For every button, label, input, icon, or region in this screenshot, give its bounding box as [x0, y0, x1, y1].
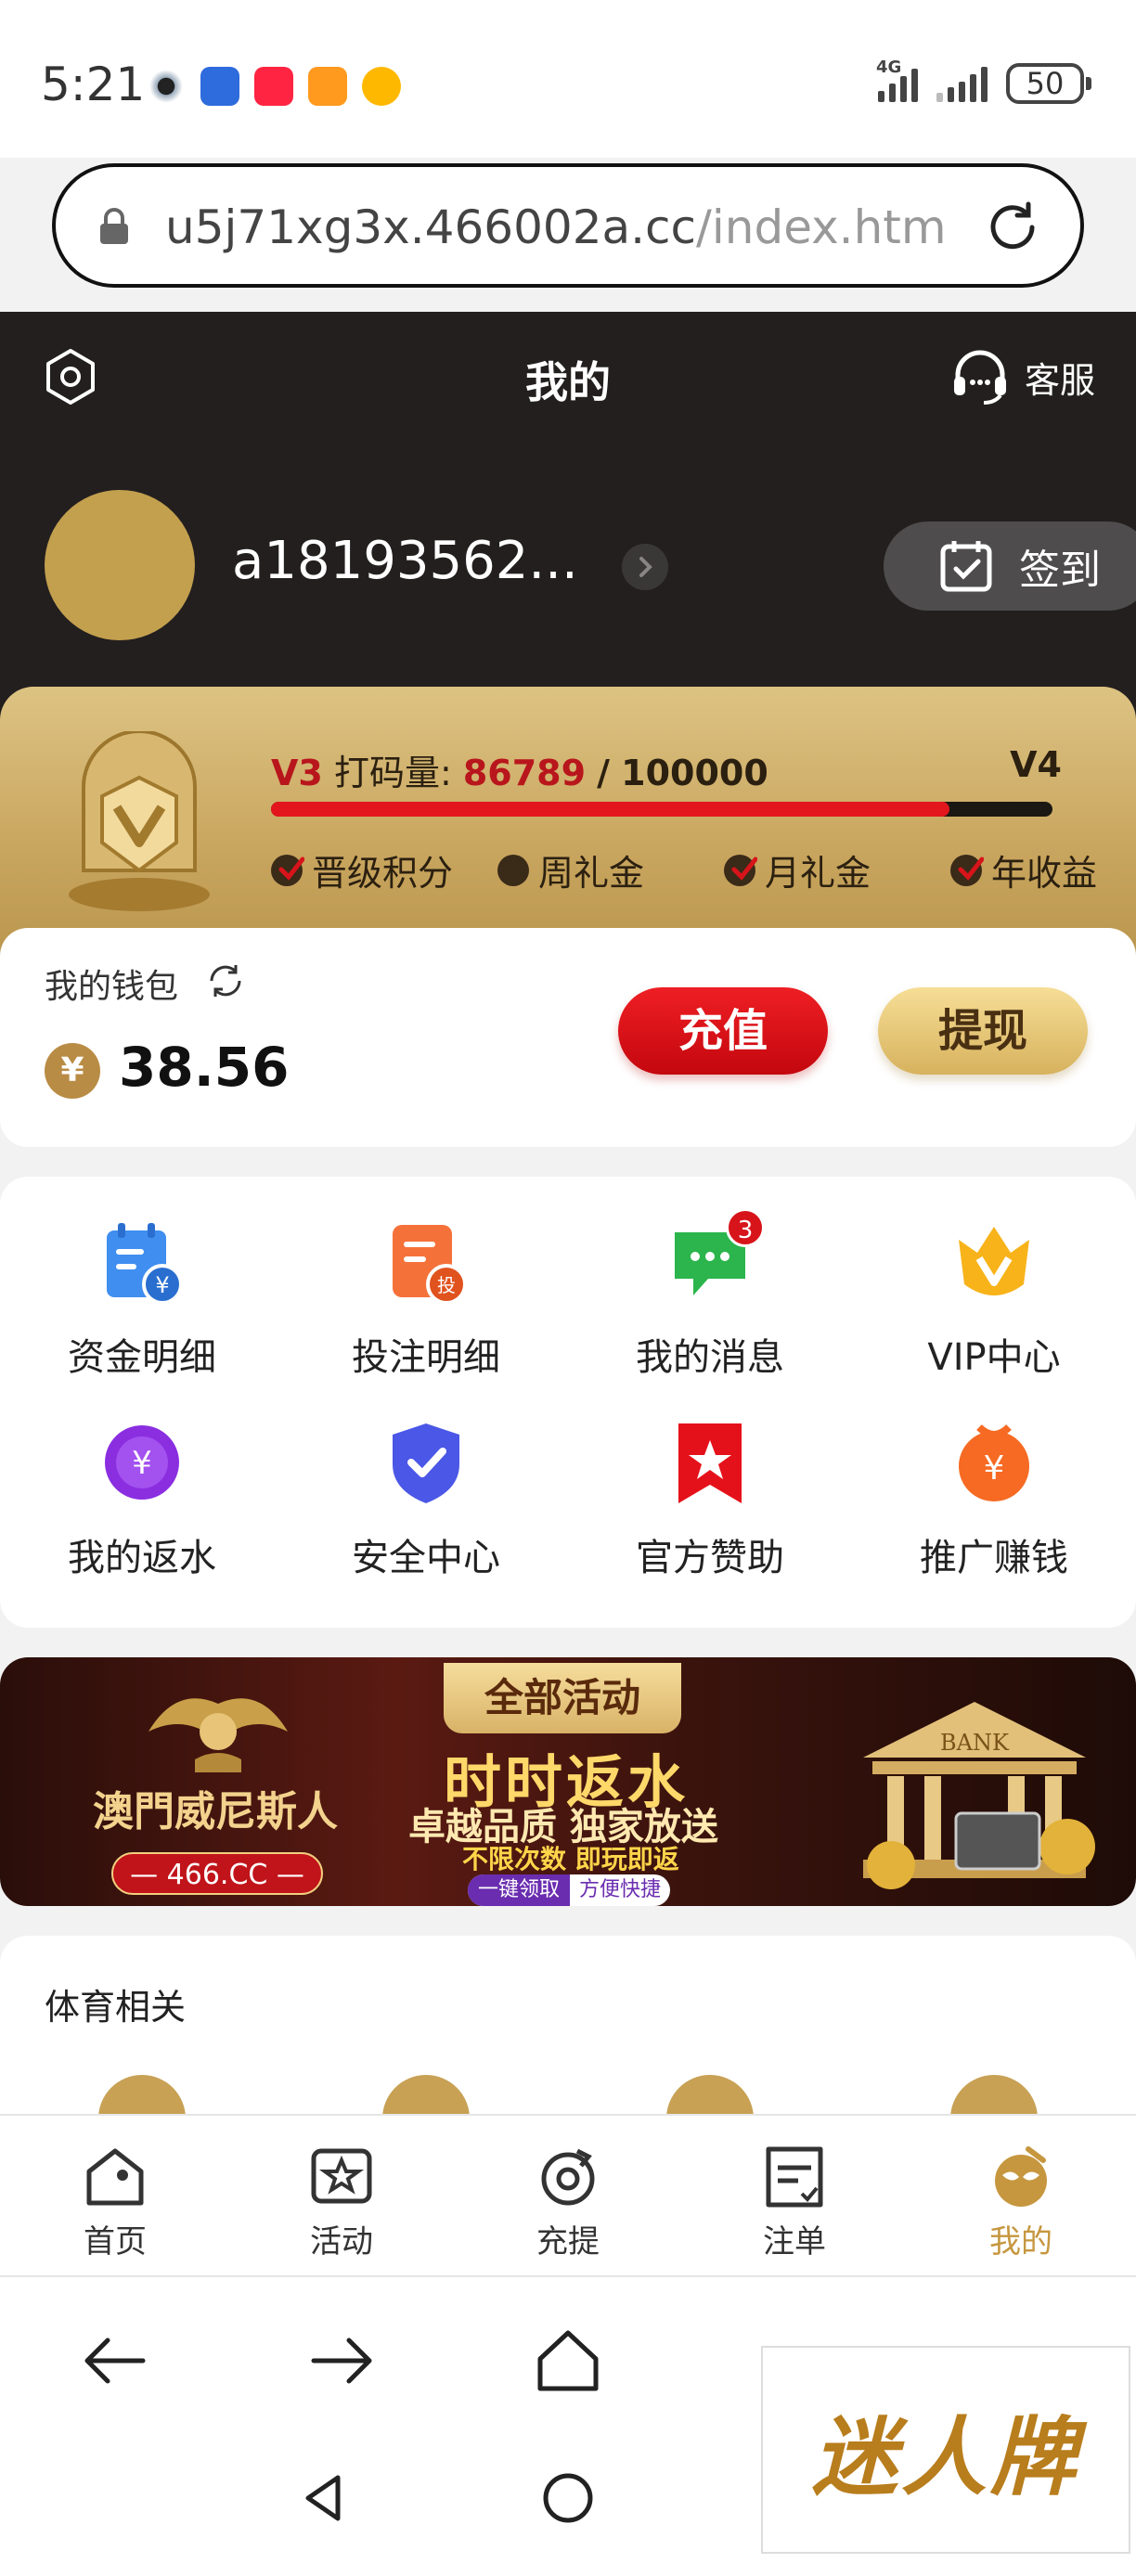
- bank-building-icon: BANK: [863, 1702, 1095, 1889]
- forward-arrow-icon[interactable]: [304, 2324, 379, 2398]
- profile-mask-icon: [995, 2146, 1047, 2207]
- nav-bet-slip[interactable]: 注单: [720, 2144, 869, 2261]
- perk-check-icon: [724, 854, 757, 886]
- wallet-balance: 38.56: [119, 1036, 290, 1099]
- cellular-signal-icon: 4G: [876, 58, 918, 102]
- vip-next-level: V4: [1010, 744, 1062, 785]
- url-text[interactable]: u5j71xg3x.466002a.cc/index.html?: [165, 200, 945, 254]
- bottom-nav: 首页 活动 充提 注单 我的: [0, 2114, 1136, 2277]
- activity-star-icon: [311, 2148, 372, 2204]
- quick-item-fund-detail[interactable]: ¥ 资金明细: [0, 1217, 284, 1403]
- quick-item-messages[interactable]: 3 我的消息: [568, 1208, 852, 1403]
- weibo-app-icon: [362, 67, 401, 106]
- reload-icon[interactable]: [982, 197, 1043, 258]
- status-bar: 5:21 4G 50 u5j71xg3x.466002a.cc/index.ht…: [0, 0, 1136, 288]
- nav-activity[interactable]: 活动: [267, 2144, 416, 2261]
- home-outline-icon[interactable]: [531, 2324, 605, 2398]
- cellular-signal-2-icon: [936, 65, 988, 102]
- checkin-button[interactable]: 签到: [884, 522, 1136, 611]
- watermark-logo: 迷人牌: [761, 2346, 1130, 2554]
- wallet-card: 我的钱包 ¥ 38.56 充值 提现: [0, 928, 1136, 1147]
- refresh-icon[interactable]: [204, 960, 247, 1002]
- security-shield-icon: [393, 1423, 459, 1503]
- calendar-check-icon: [940, 541, 992, 592]
- quick-item-vip-center[interactable]: VIP中心: [852, 1217, 1136, 1403]
- sponsor-star-icon: [678, 1423, 742, 1503]
- system-home-icon[interactable]: [538, 2468, 598, 2528]
- headset-icon: [953, 350, 1006, 405]
- wallet-title: 我的钱包: [45, 968, 179, 1006]
- banner-small-text: 不限次数 即玩即返: [462, 1844, 679, 1874]
- vip-progress-card[interactable]: V3 打码量: 86789 / 100000 V4 晋级积分 周礼金 月礼金 年…: [0, 687, 1136, 965]
- nav-home[interactable]: 首页: [41, 2144, 189, 2261]
- status-app-icons: [147, 67, 401, 106]
- system-back-icon[interactable]: [295, 2468, 355, 2528]
- vip-perks: 晋级积分 周礼金 月礼金 年收益: [271, 844, 1136, 895]
- promo-banner[interactable]: 澳門威尼斯人 — 466.CC — 全部活动 时时返水 卓越品质 独家放送 不限…: [0, 1657, 1136, 1906]
- quick-item-bet-detail[interactable]: 投 投注明细: [284, 1217, 568, 1403]
- vip-perk-item: 周礼金: [497, 844, 724, 895]
- perk-check-icon: [271, 854, 304, 886]
- deposit-withdraw-icon: [541, 2148, 595, 2206]
- vip-perk-item: 年收益: [950, 844, 1136, 895]
- vip-shield-badge-icon: [69, 731, 210, 911]
- quick-menu: ¥ 资金明细 投 投注明细 3 我的消息 VIP中心 ¥ 我的返水 安全中心 官…: [0, 1177, 1136, 1628]
- banner-tag: 全部活动: [444, 1663, 681, 1733]
- lock-icon: [100, 208, 128, 244]
- perk-dot-icon: [497, 854, 529, 886]
- quick-item-sponsor[interactable]: 官方赞助: [568, 1418, 852, 1604]
- status-time: 5:21: [41, 58, 146, 111]
- profile-header: 我的 客服 a18193562... 签到: [0, 312, 1136, 720]
- banner-domain: — 466.CC —: [111, 1852, 323, 1895]
- quick-item-promote[interactable]: ¥ 推广赚钱: [852, 1418, 1136, 1604]
- promote-coin-icon: ¥: [959, 1424, 1029, 1501]
- rebate-icon: ¥: [105, 1425, 179, 1500]
- blue-app-icon: [200, 67, 239, 106]
- username[interactable]: a18193562...: [232, 531, 578, 591]
- bet-detail-icon: 投: [393, 1225, 467, 1305]
- customer-service-label: 客服: [1024, 359, 1095, 401]
- quick-item-rebate[interactable]: ¥ 我的返水: [0, 1418, 284, 1604]
- xiaohongshu-app-icon: [254, 67, 293, 106]
- svg-text:BANK: BANK: [940, 1730, 1010, 1756]
- back-arrow-icon[interactable]: [78, 2324, 152, 2398]
- svg-text:¥: ¥: [132, 1445, 152, 1482]
- battery-level: 50: [1026, 66, 1065, 101]
- banner-brand: 澳門威尼斯人: [93, 1788, 338, 1835]
- camera-app-icon: [147, 67, 186, 106]
- quick-item-security[interactable]: 安全中心: [284, 1418, 568, 1604]
- message-count-badge: 3: [726, 1208, 765, 1247]
- vip-perk-item: 晋级积分: [271, 844, 497, 895]
- svg-text:¥: ¥: [984, 1449, 1005, 1488]
- chevron-right-icon[interactable]: [622, 544, 668, 590]
- home-icon: [86, 2148, 144, 2206]
- battery-icon: 50: [1006, 63, 1091, 104]
- fund-detail-icon: ¥: [107, 1223, 183, 1305]
- deposit-button[interactable]: 充值: [618, 987, 828, 1075]
- vip-progress-bar: [271, 802, 1052, 817]
- vip-perk-item: 月礼金: [724, 844, 950, 895]
- withdraw-button[interactable]: 提现: [878, 987, 1088, 1075]
- sports-section-title: 体育相关: [45, 1987, 187, 2028]
- banner-cta[interactable]: 一键领取 方便快捷: [468, 1874, 670, 1906]
- perk-check-icon: [950, 854, 984, 886]
- bet-slip-icon: [766, 2146, 823, 2208]
- video-app-icon: [308, 67, 347, 106]
- svg-text:投: 投: [437, 1274, 456, 1296]
- winged-lion-logo: [148, 1698, 288, 1772]
- vip-progress-fill: [271, 802, 949, 817]
- address-bar[interactable]: u5j71xg3x.466002a.cc/index.html?: [52, 163, 1084, 288]
- nav-deposit-withdraw[interactable]: 充提: [494, 2144, 642, 2261]
- checkin-label: 签到: [1019, 547, 1101, 594]
- currency-coin-icon: ¥: [45, 1043, 100, 1099]
- watermark-text: 迷人牌: [811, 2407, 1079, 2507]
- nav-profile[interactable]: 我的: [947, 2144, 1095, 2261]
- customer-service-button[interactable]: 客服: [949, 345, 1095, 408]
- vip-progress-text: V3 打码量: 86789 / 100000: [271, 753, 768, 793]
- svg-text:¥: ¥: [155, 1272, 169, 1298]
- vip-crown-icon: [959, 1227, 1029, 1295]
- avatar[interactable]: [45, 490, 195, 640]
